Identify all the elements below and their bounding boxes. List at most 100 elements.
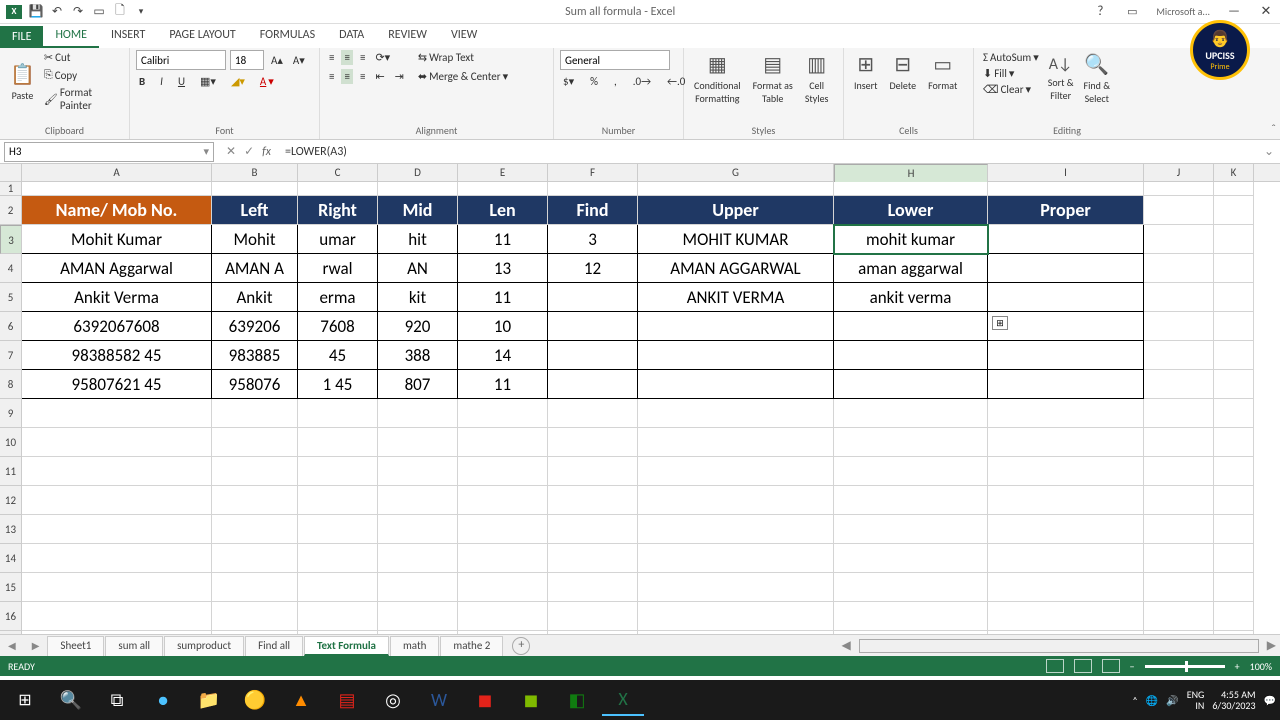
currency-icon[interactable]: $▾ [560,74,577,89]
cell-K17[interactable] [1214,631,1254,634]
delete-cells-button[interactable]: ⊟Delete [886,50,921,94]
cell-K14[interactable] [1214,544,1254,573]
cell-F1[interactable] [548,182,638,196]
cell-J4[interactable] [1144,254,1214,283]
cell-K1[interactable] [1214,182,1254,196]
cell-I5[interactable] [988,283,1144,312]
hscroll-left-icon[interactable]: ◀ [838,638,855,653]
cell-K10[interactable] [1214,428,1254,457]
row-header-13[interactable]: 13 [0,515,22,544]
tab-view[interactable]: VIEW [439,24,489,48]
row-header-3[interactable]: 3 [0,225,22,254]
cell-A9[interactable] [22,399,212,428]
cell-I8[interactable] [988,370,1144,399]
hscroll-right-icon[interactable]: ▶ [1263,638,1280,653]
cell-J2[interactable] [1144,196,1214,225]
account-label[interactable]: Microsoft a... [1150,5,1216,18]
new-icon[interactable]: 🗋 [113,5,127,19]
row-header-15[interactable]: 15 [0,573,22,602]
cell-G4[interactable]: AMAN AGGARWAL [638,254,834,283]
col-header-D[interactable]: D [378,164,458,181]
cell-C15[interactable] [298,573,378,602]
obs-icon[interactable]: ◎ [372,684,414,716]
cell-K12[interactable] [1214,486,1254,515]
tab-formulas[interactable]: FORMULAS [248,24,327,48]
font-size-select[interactable] [230,50,264,70]
cell-E9[interactable] [458,399,548,428]
tray-notification-icon[interactable]: 💬 [1264,694,1276,707]
cell-F11[interactable] [548,457,638,486]
font-name-select[interactable] [136,50,226,70]
explorer-icon[interactable]: 📁 [188,684,230,716]
cell-I9[interactable] [988,399,1144,428]
row-header-11[interactable]: 11 [0,457,22,486]
cell-J15[interactable] [1144,573,1214,602]
zoom-in-icon[interactable]: + [1235,660,1240,673]
tray-network-icon[interactable]: 🌐 [1146,694,1158,707]
cell-C12[interactable] [298,486,378,515]
cell-D1[interactable] [378,182,458,196]
cell-F4[interactable]: 12 [548,254,638,283]
fx-icon[interactable]: fx [262,145,271,159]
cell-B4[interactable]: AMAN A [212,254,298,283]
row-header-10[interactable]: 10 [0,428,22,457]
tab-review[interactable]: REVIEW [376,24,439,48]
cell-K9[interactable] [1214,399,1254,428]
cell-G8[interactable] [638,370,834,399]
cell-styles-button[interactable]: ▥Cell Styles [801,50,833,107]
inc-decimal-icon[interactable]: .0→ [630,74,654,89]
borders-button[interactable]: ▦▾ [197,74,219,89]
sheet-nav-prev-icon[interactable]: ◀ [0,639,24,652]
cell-E17[interactable] [458,631,548,634]
indent-dec-icon[interactable]: ⇤ [372,69,387,84]
font-color-button[interactable]: A▾ [257,74,277,89]
cell-A10[interactable] [22,428,212,457]
cell-D14[interactable] [378,544,458,573]
cell-K6[interactable] [1214,312,1254,341]
tab-home[interactable]: HOME [43,24,99,48]
cell-J14[interactable] [1144,544,1214,573]
word-icon[interactable]: W [418,684,460,716]
cell-A3[interactable]: Mohit Kumar [22,225,212,254]
cell-F13[interactable] [548,515,638,544]
cell-K4[interactable] [1214,254,1254,283]
row-header-16[interactable]: 16 [0,602,22,631]
cell-B14[interactable] [212,544,298,573]
pagebreak-view-icon[interactable] [1102,659,1120,673]
cell-C3[interactable]: umar [298,225,378,254]
fill-button[interactable]: ⬇ Fill ▾ [980,66,1042,81]
close-icon[interactable]: ✕ [1252,0,1280,24]
cell-A12[interactable] [22,486,212,515]
cell-A4[interactable]: AMAN Aggarwal [22,254,212,283]
zoom-level[interactable]: 100% [1250,660,1272,673]
cell-C14[interactable] [298,544,378,573]
cell-C7[interactable]: 45 [298,341,378,370]
cell-B13[interactable] [212,515,298,544]
clear-button[interactable]: ⌫ Clear ▾ [980,82,1042,97]
cell-J5[interactable] [1144,283,1214,312]
cell-G12[interactable] [638,486,834,515]
cell-I7[interactable] [988,341,1144,370]
col-header-B[interactable]: B [212,164,298,181]
align-top-icon[interactable]: ≡ [326,50,337,65]
cell-C8[interactable]: 1 45 [298,370,378,399]
open-icon[interactable]: ▭ [92,5,106,19]
cell-C11[interactable] [298,457,378,486]
col-header-E[interactable]: E [458,164,548,181]
select-all-corner[interactable] [0,164,22,181]
cell-D5[interactable]: kit [378,283,458,312]
cell-F12[interactable] [548,486,638,515]
cell-E7[interactable]: 14 [458,341,548,370]
excel-taskbar-icon[interactable]: X [602,684,644,716]
cell-F7[interactable] [548,341,638,370]
sort-filter-button[interactable]: A↓Sort & Filter [1044,50,1078,107]
cell-E4[interactable]: 13 [458,254,548,283]
cell-D15[interactable] [378,573,458,602]
sheet-tab-math[interactable]: math [390,636,439,656]
col-header-K[interactable]: K [1214,164,1254,181]
cell-H15[interactable] [834,573,988,602]
cell-B11[interactable] [212,457,298,486]
cell-F6[interactable] [548,312,638,341]
zoom-out-icon[interactable]: − [1130,660,1135,673]
cell-D8[interactable]: 807 [378,370,458,399]
